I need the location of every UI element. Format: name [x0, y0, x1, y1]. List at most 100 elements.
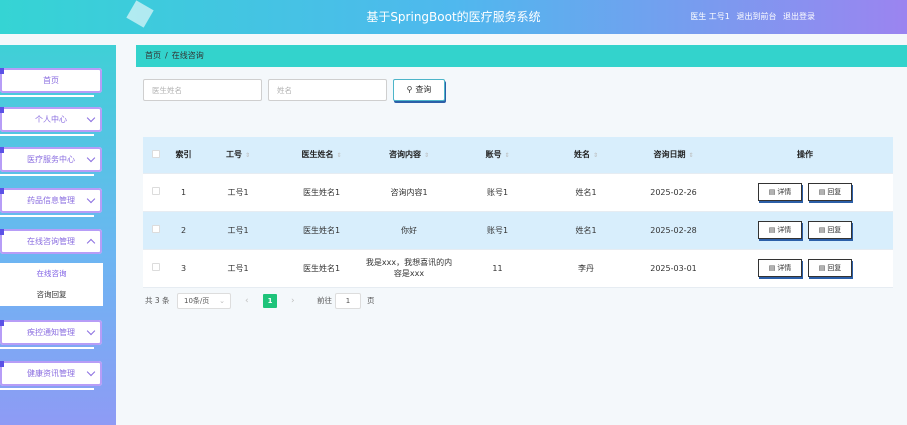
row-checkbox[interactable]: [152, 187, 160, 195]
current-user-label: 医生 工号1: [690, 12, 730, 21]
document-icon: ▤: [818, 264, 826, 272]
reply-button-label: 回复: [827, 226, 842, 234]
select-all-checkbox[interactable]: [152, 149, 160, 158]
column-label: 姓名: [573, 150, 590, 160]
detail-button[interactable]: ▤ 详情: [758, 183, 802, 201]
column-header-account[interactable]: 账号 ⇕: [453, 137, 542, 174]
cell-actions: ▤ 详情 ▤ 回复: [717, 173, 893, 212]
submenu-item-consult-reply[interactable]: 咨询回复: [0, 284, 103, 305]
cell-actions: ▤ 详情 ▤ 回复: [717, 211, 893, 250]
document-icon: ▤: [818, 226, 826, 234]
detail-button-label: 详情: [777, 188, 792, 196]
sort-icon: ⇕: [423, 152, 430, 160]
sidebar-item-label: 医疗服务中心: [27, 155, 75, 164]
row-checkbox[interactable]: [152, 263, 160, 271]
sort-icon: ⇕: [504, 152, 510, 160]
search-button-label: 查询: [415, 85, 432, 94]
select-all-cell: [143, 137, 169, 174]
sort-icon: ⇕: [244, 152, 251, 160]
cell-doctor-name: 医生姓名1: [278, 211, 365, 250]
detail-button[interactable]: ▤ 详情: [758, 259, 802, 277]
page-number-current[interactable]: 1: [263, 294, 277, 308]
cell-account: 账号1: [453, 211, 542, 250]
reply-button-label: 回复: [827, 264, 842, 272]
goto-label: 前往: [317, 296, 332, 305]
column-header-index: 索引: [169, 137, 198, 174]
sort-icon: ⇕: [688, 152, 694, 160]
column-header-name[interactable]: 姓名 ⇕: [542, 137, 630, 174]
cell-job-no: 工号1: [198, 249, 278, 288]
breadcrumb: 首页 / 在线咨询: [136, 45, 907, 67]
table-row: 1 工号1 医生姓名1 咨询内容1 账号1 姓名1 2025-02-26 ▤ 详情…: [143, 173, 893, 212]
sort-icon: ⇕: [592, 152, 599, 160]
cell-name: 李丹: [542, 249, 630, 288]
sidebar: 首页 个人中心 医疗服务中心 药品信息管理 在线咨询管理 在线咨询 咨询回复 疾…: [0, 45, 116, 425]
page-unit-label: 页: [367, 296, 375, 305]
column-label: 咨询内容: [388, 150, 421, 160]
cell-account: 账号1: [453, 173, 542, 212]
row-select-cell: [143, 173, 169, 212]
document-icon: ▤: [818, 188, 826, 196]
name-search-input[interactable]: [268, 79, 387, 101]
table-row: 3 工号1 医生姓名1 我是xxx，我想喜讯的内容是xxx 11 李丹 2025…: [143, 249, 893, 288]
cell-index: 1: [169, 173, 198, 212]
sidebar-item-disease-notice[interactable]: 疾控通知管理: [0, 320, 102, 349]
cell-doctor-name: 医生姓名1: [278, 249, 365, 288]
cell-content: 咨询内容1: [365, 173, 453, 212]
sidebar-item-home[interactable]: 首页: [0, 68, 102, 97]
menu-underline: [0, 134, 94, 136]
sidebar-item-label: 疾控通知管理: [27, 328, 75, 337]
detail-button-label: 详情: [777, 264, 792, 272]
sidebar-item-drug-info[interactable]: 药品信息管理: [0, 188, 102, 217]
menu-underline: [0, 388, 94, 390]
cell-index: 3: [169, 249, 198, 288]
cell-date: 2025-03-01: [630, 249, 717, 288]
document-icon: ▤: [768, 188, 776, 196]
cell-actions: ▤ 详情 ▤ 回复: [717, 249, 893, 288]
cell-job-no: 工号1: [198, 211, 278, 250]
sidebar-item-label: 药品信息管理: [27, 196, 75, 205]
exit-to-frontend-link[interactable]: 退出到前台: [736, 12, 776, 21]
reply-button[interactable]: ▤ 回复: [808, 221, 852, 239]
cell-content: 你好: [365, 211, 453, 250]
goto-page-input[interactable]: 1: [335, 293, 361, 309]
reply-button-label: 回复: [827, 188, 842, 196]
row-select-cell: [143, 249, 169, 288]
sidebar-item-online-consult[interactable]: 在线咨询管理: [0, 229, 102, 254]
detail-button-label: 详情: [777, 226, 792, 234]
column-header-job-no[interactable]: 工号 ⇕: [198, 137, 278, 174]
column-label: 医生姓名: [301, 150, 334, 160]
sidebar-item-label: 首页: [43, 76, 59, 85]
breadcrumb-separator: /: [165, 51, 168, 60]
row-checkbox[interactable]: [152, 225, 160, 233]
cell-index: 2: [169, 211, 198, 250]
breadcrumb-home[interactable]: 首页: [145, 51, 161, 60]
search-button[interactable]: ⚲ 查询: [393, 79, 445, 101]
detail-button[interactable]: ▤ 详情: [758, 221, 802, 239]
cell-job-no: 工号1: [198, 173, 278, 212]
column-header-date[interactable]: 咨询日期 ⇕: [630, 137, 717, 174]
doctor-name-search-input[interactable]: [143, 79, 262, 101]
reply-button[interactable]: ▤ 回复: [808, 259, 852, 277]
sidebar-item-personal-center[interactable]: 个人中心: [0, 107, 102, 136]
sidebar-item-health-news[interactable]: 健康资讯管理: [0, 361, 102, 390]
logout-link[interactable]: 退出登录: [783, 12, 815, 21]
menu-underline: [0, 174, 94, 176]
page-size-select[interactable]: 10条/页 ⌄: [177, 293, 231, 309]
cell-account: 11: [453, 249, 542, 288]
column-header-actions: 操作: [717, 137, 893, 174]
document-icon: ▤: [768, 264, 776, 272]
cell-content: 我是xxx，我想喜讯的内容是xxx: [365, 249, 453, 288]
search-icon: ⚲: [406, 85, 413, 94]
total-count: 共 3 条: [145, 296, 170, 305]
reply-button[interactable]: ▤ 回复: [808, 183, 852, 201]
top-header: 基于SpringBoot的医疗服务系统 医生 工号1 退出到前台 退出登录: [0, 0, 907, 34]
next-page-icon[interactable]: ›: [291, 292, 295, 310]
consult-table: 索引 工号 ⇕ 医生姓名 ⇕ 咨询内容 ⇕ 账号 ⇕ 姓名 ⇕ 咨询日期 ⇕ 操作 1 工号…: [143, 137, 893, 288]
sort-icon: ⇕: [336, 152, 342, 160]
column-header-doctor-name[interactable]: 医生姓名 ⇕: [278, 137, 365, 174]
submenu-item-online-consult[interactable]: 在线咨询: [0, 263, 103, 284]
prev-page-icon[interactable]: ‹: [245, 292, 249, 310]
sidebar-item-medical-service[interactable]: 医疗服务中心: [0, 147, 102, 176]
column-header-content[interactable]: 咨询内容 ⇕: [365, 137, 453, 174]
